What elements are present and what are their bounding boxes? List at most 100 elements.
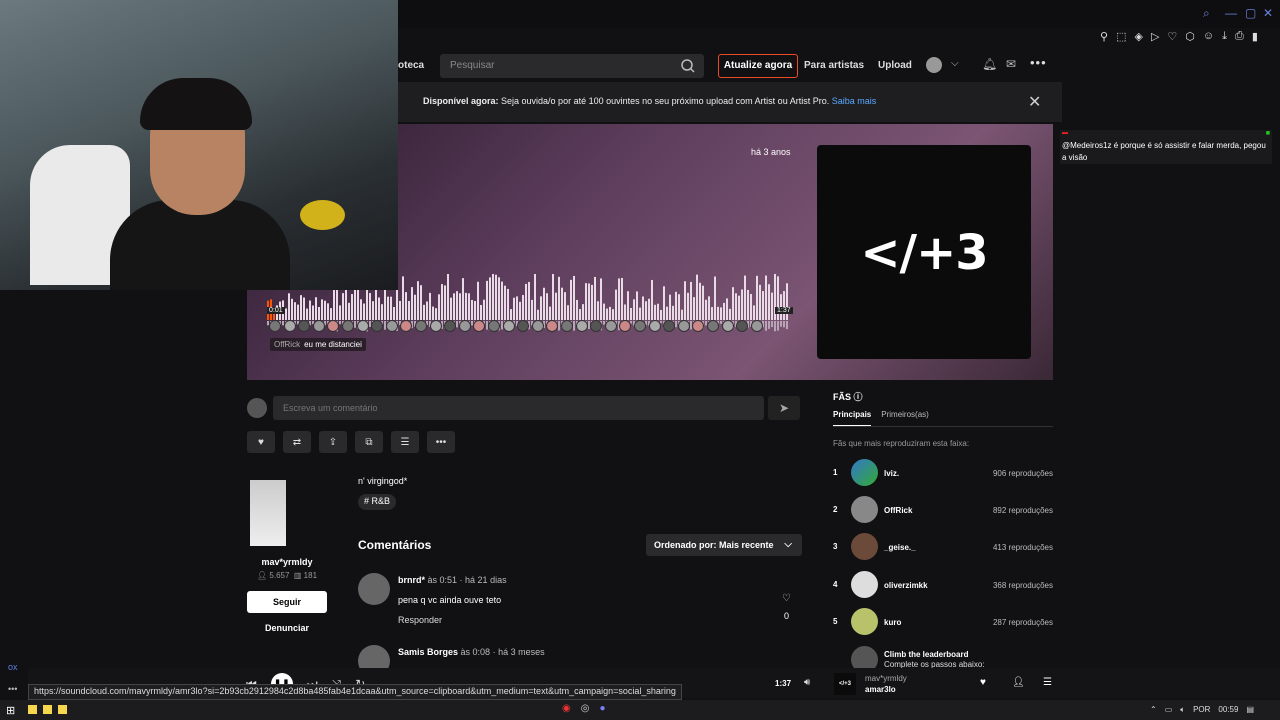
chevron-up-icon[interactable]: ⌃ (1150, 705, 1157, 715)
waveform-comment-avatar[interactable] (575, 320, 588, 332)
avatar[interactable] (851, 496, 878, 523)
language-indicator[interactable]: POR (1193, 705, 1210, 715)
fan-name[interactable]: kuro (884, 618, 901, 627)
comment-user[interactable]: brnrd* (398, 575, 425, 585)
waveform-comment-avatar[interactable] (269, 320, 281, 332)
waveform-comment-avatar[interactable] (356, 320, 369, 332)
comment-input[interactable] (273, 396, 764, 420)
extensions-icon[interactable]: ⬡ (1185, 30, 1195, 48)
add-to-playlist-button[interactable]: ☰ (391, 431, 419, 453)
waveform-comment-avatar[interactable] (298, 320, 311, 332)
waveform-comment-avatar[interactable] (473, 320, 486, 332)
clock[interactable]: 00:59 (1218, 705, 1238, 715)
repost-button[interactable]: ⇄ (283, 431, 311, 453)
waveform-comment-avatar[interactable] (736, 320, 749, 332)
like-button[interactable]: ♥ (247, 431, 275, 453)
waveform-comment-avatar[interactable] (400, 320, 413, 332)
tab-primeiros[interactable]: Primeiros(as) (881, 410, 929, 426)
followers-count[interactable]: 5.657 (269, 571, 289, 580)
folder-icon[interactable] (28, 705, 37, 714)
report-button[interactable]: Denunciar (247, 623, 327, 633)
screenshot-icon[interactable]: ⎙ (1235, 30, 1244, 48)
shield-icon[interactable]: ◈ (1134, 30, 1142, 48)
waveform-comment-avatar[interactable] (517, 320, 530, 332)
opera-icon[interactable]: ◉ (562, 703, 571, 714)
waveform-comment-avatar[interactable] (415, 320, 427, 332)
search-icon[interactable] (680, 58, 696, 74)
waveform-comment-avatar[interactable] (634, 320, 646, 332)
genre-tag[interactable]: # R&B (358, 494, 397, 510)
waveform-comment-avatar[interactable] (750, 320, 763, 332)
artist-avatar[interactable] (250, 480, 286, 546)
capture-icon[interactable]: ⬚ (1116, 30, 1126, 48)
fan-row[interactable]: 4 oliverzimkk 368 reproduções (833, 571, 1053, 599)
fan-name[interactable]: OffRick (884, 506, 912, 515)
waveform-comment-avatar[interactable] (502, 320, 515, 332)
maximize-icon[interactable]: ▢ (1245, 6, 1256, 20)
heart-outline-icon[interactable]: ♡ (1167, 30, 1177, 48)
sidebar-icon[interactable]: ▮ (1252, 30, 1258, 48)
chevron-down-icon[interactable]: ⌵ (951, 58, 959, 69)
discord-icon[interactable]: ● (599, 703, 605, 714)
learn-more-link[interactable]: Saiba mais (832, 96, 877, 106)
more-button[interactable]: ••• (427, 431, 455, 453)
close-window-icon[interactable]: ✕ (1263, 6, 1273, 20)
waveform-comment-avatar[interactable] (707, 320, 719, 332)
avatar[interactable] (851, 459, 878, 486)
reply-button[interactable]: Responder (398, 615, 442, 625)
waveform-comment-avatar[interactable] (342, 320, 354, 332)
waveform-comment-avatar[interactable] (327, 320, 340, 332)
avatar[interactable] (851, 608, 878, 635)
follow-icon[interactable]: 👤︎ (1012, 677, 1025, 688)
comment-user[interactable]: Samis Borges (398, 647, 458, 657)
more-icon[interactable]: ••• (1030, 55, 1047, 70)
sort-dropdown[interactable]: Ordenado por: Mais recente ⌵ (646, 534, 802, 556)
minimize-icon[interactable]: — (1225, 6, 1237, 20)
fan-row[interactable]: 3 _geise._ 413 reproduções (833, 533, 1053, 561)
leaderboard-title[interactable]: Climb the leaderboard (884, 650, 968, 659)
obs-icon[interactable]: ◎ (581, 703, 590, 714)
waveform-comment-avatar[interactable] (561, 320, 573, 332)
network-icon[interactable]: ▭ (1165, 705, 1173, 715)
upload-link[interactable]: Upload (878, 60, 912, 71)
fan-name[interactable]: _geise._ (884, 543, 916, 552)
waveform-comment-avatar[interactable] (385, 320, 398, 332)
heart-icon[interactable]: ♥ (980, 677, 986, 688)
download-icon[interactable]: ⤓ (1222, 30, 1227, 48)
close-icon[interactable]: ✕ (1028, 92, 1041, 112)
fan-row[interactable]: 2 OffRick 892 reproduções (833, 496, 1053, 524)
for-artists-link[interactable]: Para artistas (804, 60, 864, 71)
bell-icon[interactable]: 🔔︎ (982, 57, 997, 71)
comment-timestamp[interactable]: 0:08 (473, 647, 491, 657)
waveform-comment-avatar[interactable] (531, 320, 544, 332)
notifications-icon[interactable]: ▤ (1246, 705, 1254, 715)
waveform-comment-avatar[interactable] (648, 320, 661, 332)
tracks-count[interactable]: 181 (304, 571, 317, 580)
tooltip-user[interactable]: OffRick (274, 340, 300, 349)
waveform-comment-avatar[interactable] (371, 320, 384, 332)
waveform-comment-avatar[interactable] (488, 320, 500, 332)
copy-link-button[interactable]: ⧉ (355, 431, 383, 453)
waveform-comment-avatar[interactable] (312, 320, 325, 332)
fan-row[interactable]: 5 kuro 287 reproduções (833, 608, 1053, 636)
speaker-icon[interactable]: 🔈︎ (1180, 705, 1185, 715)
windows-start-icon[interactable]: ⊞ (6, 704, 15, 717)
search-icon[interactable]: ⌕ (1203, 6, 1210, 21)
share-button[interactable]: ⇪ (319, 431, 347, 453)
waveform-comment-avatar[interactable] (590, 320, 603, 332)
waveform-comment-avatars[interactable] (269, 318, 769, 334)
artist-name[interactable]: mav*yrmldy (247, 557, 327, 567)
waveform-comment-avatar[interactable] (721, 320, 734, 332)
follow-button[interactable]: Seguir (247, 591, 327, 613)
comment-timestamp[interactable]: 0:51 (440, 575, 458, 585)
send-icon[interactable]: ➤ (768, 396, 800, 420)
play-icon[interactable]: ▷ (1151, 30, 1159, 48)
more-icon[interactable]: ••• (8, 684, 17, 694)
waveform-comment-avatar[interactable] (458, 320, 471, 332)
upgrade-button[interactable]: Atualize agora (718, 54, 798, 78)
tab-principais[interactable]: Principais (833, 410, 872, 426)
heart-icon[interactable]: ♡ (782, 593, 791, 604)
volume-icon[interactable]: 🔊︎ (804, 677, 810, 688)
waveform-comment-avatar[interactable] (444, 320, 457, 332)
player-artist[interactable]: mav*yrmldy (865, 674, 907, 683)
